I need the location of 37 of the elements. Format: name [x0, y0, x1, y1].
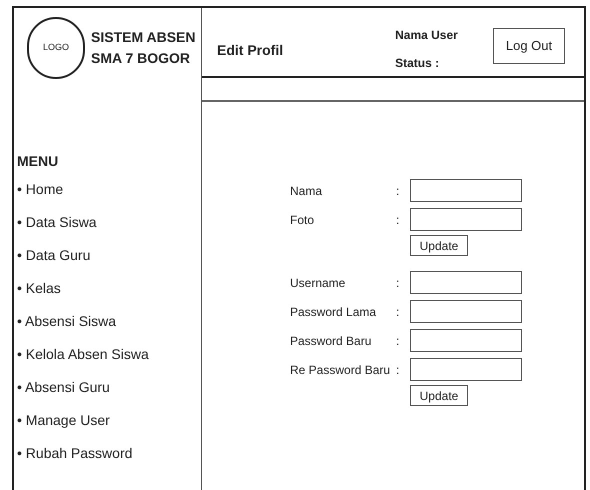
input-field[interactable] [410, 208, 522, 231]
input-field[interactable] [410, 300, 522, 323]
menu-item[interactable]: • Rubah Password [17, 443, 201, 476]
colon: : [396, 274, 400, 292]
logout-button[interactable]: Log Out [493, 28, 565, 64]
field-label: Password Baru [290, 332, 372, 350]
field-label: Password Lama [290, 304, 378, 320]
input-field[interactable] [410, 329, 522, 352]
app-title: SMA 7 BOGOR [91, 48, 192, 68]
colon: : [396, 212, 400, 228]
field-label: Username [290, 274, 346, 292]
page-title: Edit Profil [217, 41, 284, 60]
menu-heading: MENU [17, 152, 60, 171]
field-label: Foto [290, 212, 316, 228]
colon: : [396, 332, 400, 350]
input-field[interactable] [410, 271, 522, 294]
app-title: SISTEM ABSEN [91, 28, 196, 46]
input-field[interactable] [410, 179, 522, 202]
status-label: Status : [395, 55, 440, 72]
menu-item[interactable]: • Home [17, 179, 201, 212]
colon: : [396, 182, 400, 200]
menu-item[interactable]: • Data Siswa [17, 212, 201, 245]
menu-item[interactable]: • Absensi Siswa [17, 311, 201, 344]
update-button[interactable]: Update [410, 385, 468, 406]
colon: : [396, 362, 400, 378]
menu-item[interactable]: • Absensi Guru [17, 377, 201, 410]
field-label: Nama [290, 182, 324, 200]
update-button[interactable]: Update [410, 235, 468, 256]
input-field[interactable] [410, 358, 522, 381]
logo: LOGO [27, 16, 85, 78]
colon: : [396, 304, 400, 320]
menu-item[interactable]: • Kelas [17, 278, 201, 311]
menu-item[interactable]: • Manage User [17, 410, 201, 443]
field-label: Re Password Baru [290, 362, 392, 378]
user-name: Nama User [395, 27, 458, 44]
menu-item[interactable]: • Kelola Absen Siswa [17, 344, 201, 377]
menu-item[interactable]: • Data Guru [17, 245, 201, 278]
